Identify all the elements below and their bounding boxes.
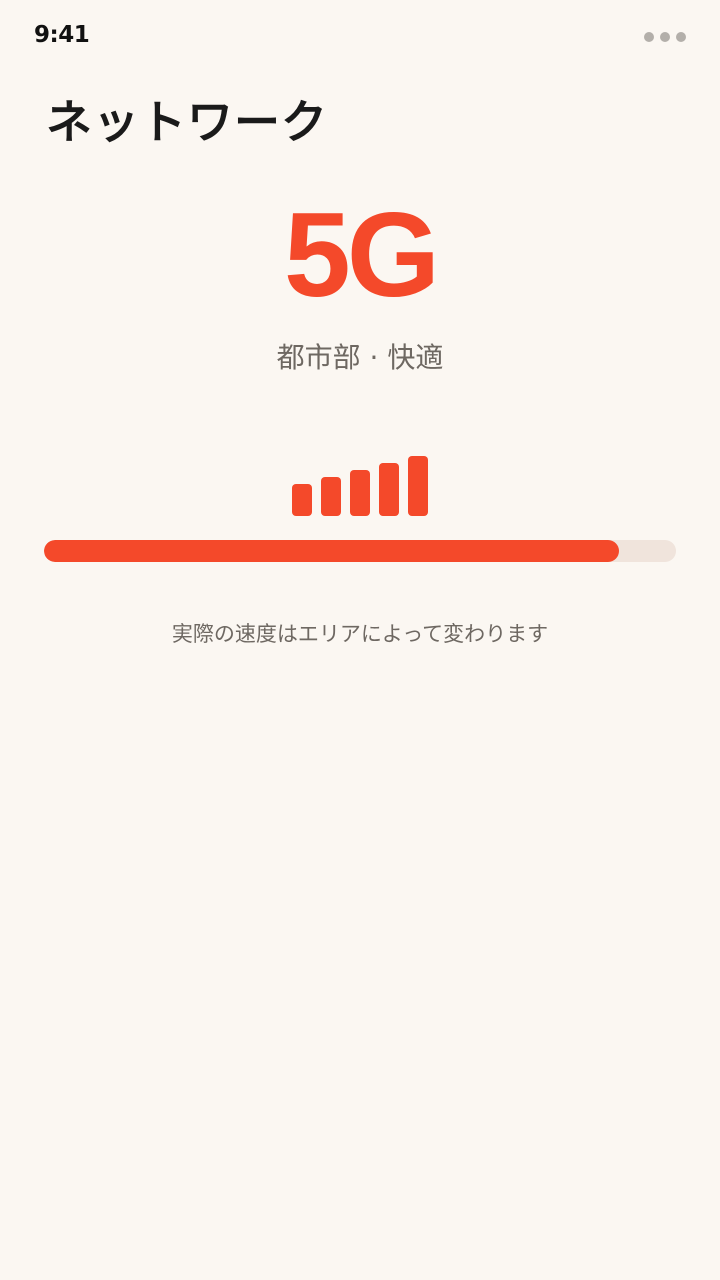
network-subtitle: 都市部 · 快適 (276, 341, 444, 374)
signal-strength-icon (292, 452, 432, 516)
signal-bar (292, 484, 312, 516)
dot (660, 32, 670, 42)
signal-bar (379, 463, 399, 516)
signal-bar (321, 477, 341, 516)
signal-bar (350, 470, 370, 516)
dot (644, 32, 654, 42)
signal-bar (408, 456, 428, 516)
status-time: 9:41 (34, 22, 90, 48)
signal-strength-fill (44, 540, 620, 562)
page-title: ネットワーク (46, 95, 328, 149)
speed-disclaimer: 実際の速度はエリアによって変わります (171, 622, 549, 646)
network-type-label: 5G (283, 188, 440, 322)
more-options-icon[interactable] (644, 32, 686, 42)
dot (676, 32, 686, 42)
signal-strength-bar (44, 540, 676, 562)
